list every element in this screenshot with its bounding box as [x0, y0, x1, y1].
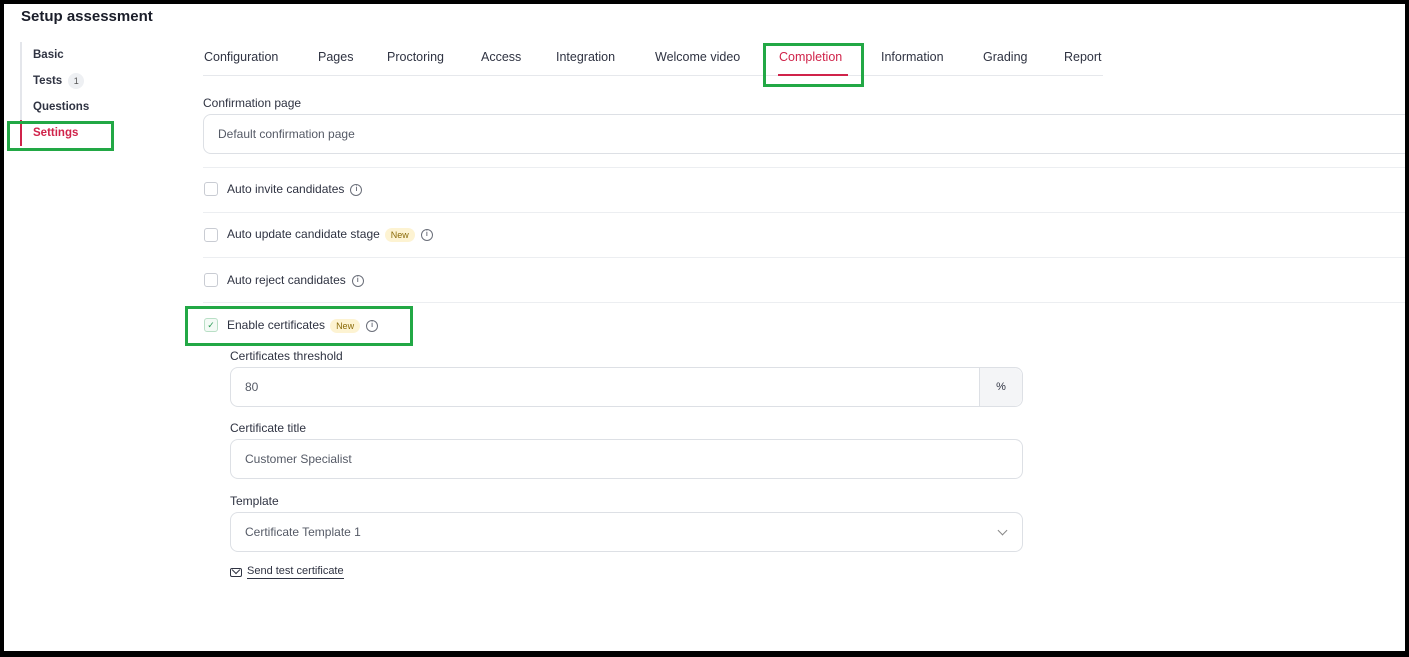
- auto-invite-row: Auto invite candidates i: [227, 182, 363, 196]
- info-icon[interactable]: i: [351, 274, 364, 287]
- enable-certificates-row: Enable certificates New i: [227, 318, 379, 333]
- tests-count-badge: 1: [68, 72, 85, 89]
- check-icon: ✓: [207, 320, 215, 330]
- sidebar-item-questions[interactable]: Questions: [20, 94, 120, 120]
- tab-pages[interactable]: Pages: [318, 50, 353, 64]
- tab-integration[interactable]: Integration: [556, 50, 615, 64]
- new-badge: New: [384, 227, 415, 242]
- send-test-certificate-link[interactable]: Send test certificate: [230, 565, 344, 579]
- enable-certificates-label: Enable certificates: [227, 318, 326, 332]
- certificate-title-label: Certificate title: [230, 421, 307, 435]
- sidebar-item-label: Questions: [33, 101, 90, 113]
- certificate-title-value: Customer Specialist: [245, 452, 352, 466]
- template-select[interactable]: Certificate Template 1: [230, 512, 1023, 552]
- template-label: Template: [230, 494, 279, 508]
- confirmation-page-select[interactable]: Default confirmation page: [203, 114, 1405, 154]
- auto-invite-checkbox[interactable]: [204, 182, 218, 196]
- threshold-label: Certificates threshold: [230, 349, 343, 363]
- percent-suffix: %: [979, 368, 1022, 406]
- auto-reject-label: Auto reject candidates: [227, 273, 346, 287]
- tab-report[interactable]: Report: [1064, 50, 1102, 64]
- enable-certificates-checkbox[interactable]: ✓: [204, 318, 218, 332]
- send-test-certificate-label: Send test certificate: [247, 565, 344, 579]
- sidebar-item-settings[interactable]: Settings: [20, 120, 120, 146]
- auto-reject-checkbox[interactable]: [204, 273, 218, 287]
- tab-completion[interactable]: Completion: [779, 50, 842, 64]
- tab-configuration[interactable]: Configuration: [204, 50, 278, 64]
- info-icon[interactable]: i: [350, 183, 363, 196]
- sidebar-item-tests[interactable]: Tests 1: [20, 68, 120, 94]
- app-window: Setup assessment Basic Tests 1 Questions …: [4, 4, 1405, 651]
- sidebar-nav: Basic Tests 1 Questions Settings: [20, 42, 120, 146]
- auto-invite-label: Auto invite candidates: [227, 182, 345, 196]
- chevron-down-icon: [997, 525, 1008, 536]
- active-tab-indicator: [778, 74, 848, 76]
- confirmation-page-label: Confirmation page: [203, 96, 302, 110]
- info-icon[interactable]: i: [366, 319, 379, 332]
- tab-grading[interactable]: Grading: [983, 50, 1027, 64]
- tab-access[interactable]: Access: [481, 50, 521, 64]
- threshold-input[interactable]: 80 %: [230, 367, 1023, 407]
- auto-update-label: Auto update candidate stage: [227, 227, 380, 241]
- divider: [203, 257, 1405, 258]
- template-value: Certificate Template 1: [245, 525, 361, 539]
- info-icon[interactable]: i: [420, 228, 433, 241]
- divider: [203, 302, 1405, 303]
- confirmation-page-value: Default confirmation page: [218, 127, 355, 141]
- auto-update-row: Auto update candidate stage New i: [227, 227, 433, 242]
- settings-tabs: Configuration Pages Proctoring Access In…: [203, 44, 1103, 76]
- sidebar-item-label: Settings: [33, 127, 79, 139]
- tab-proctoring[interactable]: Proctoring: [387, 50, 444, 64]
- auto-update-checkbox[interactable]: [204, 228, 218, 242]
- mail-icon: [230, 567, 242, 577]
- new-badge: New: [330, 318, 361, 333]
- sidebar-item-label: Basic: [33, 49, 64, 61]
- auto-reject-row: Auto reject candidates i: [227, 273, 364, 287]
- tab-welcome-video[interactable]: Welcome video: [655, 50, 740, 64]
- sidebar-item-label: Tests: [33, 75, 63, 87]
- threshold-value: 80: [245, 380, 259, 394]
- divider: [203, 212, 1405, 213]
- divider: [203, 167, 1405, 168]
- page-title: Setup assessment: [21, 8, 153, 25]
- certificate-title-input[interactable]: Customer Specialist: [230, 439, 1023, 479]
- sidebar-item-basic[interactable]: Basic: [20, 42, 120, 68]
- tab-information[interactable]: Information: [881, 50, 944, 64]
